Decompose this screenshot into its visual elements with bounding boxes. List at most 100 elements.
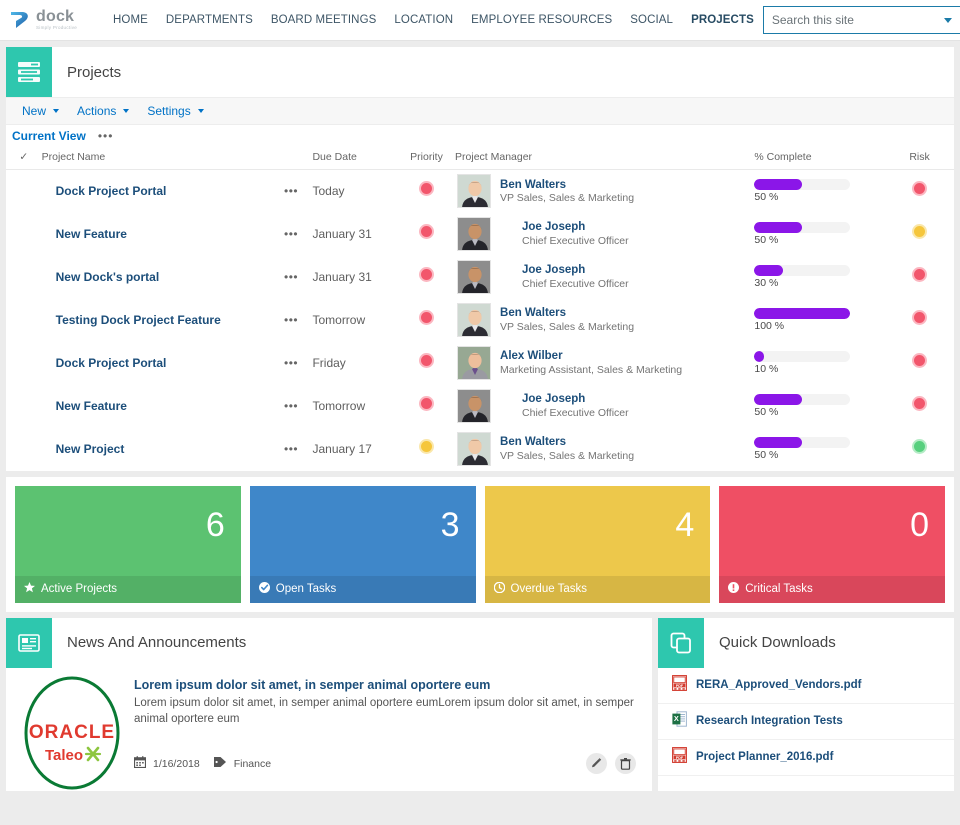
project-manager-name[interactable]: Alex Wilber [500, 349, 682, 363]
page-title: Projects [67, 63, 122, 81]
nav-item-location[interactable]: LOCATION [385, 14, 462, 26]
project-manager-name[interactable]: Joe Joseph [522, 220, 629, 234]
nav-item-projects[interactable]: PROJECTS [682, 14, 763, 26]
progress-fill [754, 351, 764, 362]
project-manager-name[interactable]: Joe Joseph [522, 392, 629, 406]
stat-tile-critical-tasks[interactable]: 0 Critical Tasks [719, 485, 945, 603]
row-checkbox[interactable] [6, 299, 42, 342]
quick-downloads-list: PDF RERA_Approved_Vendors.pdf X Research In… [658, 668, 954, 776]
check-circle-icon [258, 580, 270, 598]
nav-item-board-meetings[interactable]: BOARD MEETINGS [262, 14, 386, 26]
column-project-name[interactable]: Project Name [41, 147, 270, 170]
project-name-link[interactable]: Testing Dock Project Feature [42, 313, 221, 327]
priority-indicator-red [419, 310, 434, 325]
download-list-item[interactable]: PDF Project Planner_2016.pdf [658, 740, 954, 776]
site-logo[interactable]: dock Simply Productive [8, 7, 92, 33]
column-due-date[interactable]: Due Date [312, 147, 398, 170]
project-manager-name[interactable]: Joe Joseph [522, 263, 629, 277]
edit-news-button[interactable] [586, 753, 607, 775]
svg-text:PDF: PDF [676, 755, 684, 759]
chevron-down-icon[interactable] [943, 17, 952, 23]
progress-fill [754, 437, 803, 448]
project-name-link[interactable]: Dock Project Portal [42, 356, 167, 370]
nav-item-employee-resources[interactable]: EMPLOYEE RESOURCES [462, 14, 621, 26]
download-file-name[interactable]: Project Planner_2016.pdf [696, 751, 833, 763]
new-menu-button[interactable]: New [22, 104, 60, 118]
row-checkbox[interactable] [6, 213, 42, 256]
row-menu-icon[interactable]: ••• [284, 313, 298, 327]
nav-item-home[interactable]: HOME [104, 14, 157, 26]
row-menu-icon[interactable]: ••• [284, 227, 298, 241]
table-row[interactable]: Dock Project Portal ••• Friday Alex Wilber M… [6, 342, 954, 385]
actions-menu-button[interactable]: Actions [77, 104, 130, 118]
table-row[interactable]: New Dock's portal ••• January 31 Joe Joseph… [6, 256, 954, 299]
column-percent-complete[interactable]: % Complete [754, 147, 886, 170]
stat-tile-active-projects[interactable]: 6 Active Projects [15, 485, 241, 603]
project-manager-role: Marketing Assistant, Sales & Marketing [500, 363, 683, 376]
settings-menu-button[interactable]: Settings [147, 104, 204, 118]
project-manager-name[interactable]: Ben Walters [500, 435, 634, 449]
project-name-link[interactable]: New Project [42, 442, 125, 456]
stats-webpart: 6 Active Projects 3 Open Tasks 4 Overdue Task… [6, 476, 954, 612]
stat-tile-overdue-tasks[interactable]: 4 Overdue Tasks [484, 485, 711, 603]
download-list-item[interactable]: PDF RERA_Approved_Vendors.pdf [658, 668, 954, 704]
row-menu-icon[interactable]: ••• [284, 184, 298, 198]
row-checkbox[interactable] [6, 385, 42, 428]
table-row[interactable]: Dock Project Portal ••• Today Ben Walters VP… [6, 170, 954, 213]
news-headline-link[interactable]: Lorem ipsum dolor sit amet, in semper an… [134, 678, 642, 692]
search-input[interactable] [763, 7, 942, 33]
pencil-icon [592, 758, 602, 768]
download-list-item[interactable]: X Research Integration Tests [658, 704, 954, 740]
news-action-buttons [586, 753, 642, 775]
risk-indicator-red [912, 310, 928, 325]
project-name-link[interactable]: Dock Project Portal [42, 184, 167, 198]
nav-item-departments[interactable]: DEPARTMENTS [157, 14, 262, 26]
table-row[interactable]: Testing Dock Project Feature ••• Tomorrow B… [6, 299, 954, 342]
column-project-manager[interactable]: Project Manager [455, 147, 755, 170]
current-view-link[interactable]: Current View [12, 129, 86, 143]
projects-table-head: ✓ Project Name Due Date Priority Project… [6, 147, 954, 170]
project-manager-name[interactable]: Ben Walters [500, 178, 634, 192]
project-name-link[interactable]: New Feature [42, 399, 127, 413]
avatar [457, 303, 492, 337]
table-row[interactable]: New Feature ••• Tomorrow Joe Joseph Chief Ex… [6, 385, 954, 428]
column-priority[interactable]: Priority [398, 147, 456, 170]
column-select-all[interactable]: ✓ [6, 147, 42, 170]
stat-tile-label: Critical Tasks [745, 583, 813, 595]
search-field-wrapper[interactable] [762, 6, 960, 34]
table-row[interactable]: New Feature ••• January 31 Joe Joseph Chief … [6, 213, 954, 256]
row-menu-icon[interactable]: ••• [284, 442, 298, 456]
priority-indicator-red [419, 181, 434, 197]
nav-item-social[interactable]: SOCIAL [621, 14, 682, 26]
project-manager-name[interactable]: Ben Walters [500, 306, 634, 320]
table-row[interactable]: New Project ••• January 17 Ben Walters VP Sa… [6, 428, 954, 471]
chevron-down-icon [197, 109, 204, 113]
project-name-link[interactable]: New Feature [42, 227, 127, 241]
row-checkbox[interactable] [6, 170, 42, 213]
column-risk[interactable]: Risk [885, 147, 954, 170]
stat-tile-label: Overdue Tasks [510, 583, 588, 595]
download-file-name[interactable]: RERA_Approved_Vendors.pdf [696, 679, 862, 691]
row-menu-icon[interactable]: ••• [284, 356, 298, 370]
view-more-icon[interactable]: ••• [98, 129, 114, 143]
top-navigation-bar: dock Simply Productive HOME DEPARTMENTS … [0, 0, 960, 41]
due-date-value: Tomorrow [312, 399, 366, 413]
stat-tile-open-tasks[interactable]: 3 Open Tasks [249, 485, 476, 603]
row-menu-icon[interactable]: ••• [284, 270, 298, 284]
chevron-down-icon [123, 109, 130, 113]
row-checkbox[interactable] [6, 256, 42, 299]
news-meta-row: 1/16/2018 Finance [133, 753, 642, 775]
download-file-name[interactable]: Research Integration Tests [696, 715, 843, 727]
project-name-link[interactable]: New Dock's portal [42, 270, 160, 284]
clock-icon [493, 580, 505, 598]
row-menu-icon[interactable]: ••• [284, 399, 298, 413]
stat-tile-value: 0 [910, 505, 929, 544]
delete-news-button[interactable] [615, 753, 636, 775]
avatar [457, 174, 492, 209]
row-checkbox[interactable] [6, 342, 42, 385]
stat-tile-value: 3 [440, 505, 460, 544]
quick-downloads-webpart: Quick Downloads PDF RERA_Approved_Vendors… [658, 617, 954, 791]
row-checkbox[interactable] [6, 428, 42, 471]
table-header-row: ✓ Project Name Due Date Priority Project… [6, 147, 954, 170]
pdf-file-icon: PDF [672, 746, 687, 768]
